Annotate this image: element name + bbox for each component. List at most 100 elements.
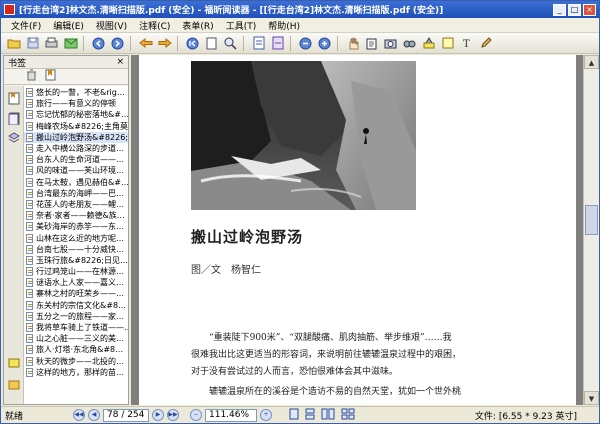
bookmark-item[interactable]: 在马太鞍，遇见赫伯&#… [24,177,128,188]
minimize-button[interactable]: _ [553,3,566,16]
scroll-up-icon[interactable]: ▲ [584,55,599,69]
bookmark-item[interactable]: 台湾最东的海岬——巴… [24,188,128,199]
bookmark-icon [26,188,33,198]
bookmark-item[interactable]: 走入中横公路深的步道… [24,143,128,154]
close-icon[interactable]: × [116,57,124,67]
bookmark-item[interactable]: 谜语水上人家——嘉义… [24,277,128,288]
paragraph-line: “重装陡下900米”、“双腿酸痛、肌肉抽筋、举步维艰”……我 [209,333,452,343]
bookmark-item[interactable]: 这样的地方，那样的苗… [24,367,128,378]
bookmark-item[interactable]: 台东人的生命河道——… [24,154,128,165]
bookmark-item[interactable]: 花莲人的老朋友——鲤… [24,199,128,210]
bookmark-icon [26,323,33,333]
bookmark-item[interactable]: 我将草车骑上了铁道——… [24,322,128,333]
bookmark-item[interactable]: 五分之一的旅程——家… [24,311,128,322]
bookmark-item[interactable]: 搬山过岭泡野汤&#8226;… [24,131,128,143]
delete-bookmark-icon[interactable] [26,69,37,84]
page-icon[interactable] [203,35,220,52]
bookmark-item[interactable]: 忘记忧郁的秘密落地&#… [24,109,128,120]
menu-comment[interactable]: 注释(C) [133,19,176,32]
toolbar-separator [83,35,86,51]
facing-icon[interactable] [321,408,335,423]
bookmark-label: 花莲人的老朋友——鲤… [36,199,124,209]
first-page-button[interactable]: ◀◀ [73,409,85,421]
bookmark-icon [26,311,33,321]
zoom-in-icon[interactable] [222,35,239,52]
save-icon[interactable] [24,35,41,52]
menu-form[interactable]: 表单(R) [176,19,219,32]
app-window: [行走台湾2]林文杰.清晰扫描版.pdf (安全) - 福昕阅读器 - [[行走… [0,0,600,424]
bookmark-item[interactable]: 旅人·灯塔·东北角&#8… [24,344,128,355]
text-icon[interactable]: T [458,35,475,52]
last-page-button[interactable]: ▶▶ [167,409,179,421]
menu-view[interactable]: 视图(V) [90,19,133,32]
bookmark-item[interactable]: 旅行——有意义的停顿 [24,98,128,109]
next-icon[interactable] [109,35,126,52]
layers-tab-icon[interactable] [7,132,21,146]
prev-icon[interactable] [90,35,107,52]
bookmark-item[interactable]: 奈者·家者——赖德&族… [24,210,128,221]
zoom-out-icon[interactable] [297,35,314,52]
continuous-icon[interactable] [305,408,315,423]
open-icon[interactable] [5,35,22,52]
continuous-facing-icon[interactable] [341,408,355,423]
bookmark-item[interactable]: 玉珠行旅&#8226;日见… [24,255,128,266]
fit-page-icon[interactable] [250,35,267,52]
menu-file[interactable]: 文件(F) [5,19,47,32]
single-page-icon[interactable] [289,408,299,423]
forward-icon[interactable] [156,35,173,52]
prev-page-button[interactable]: ◀ [88,409,100,421]
bookmark-item[interactable]: 梅峰农场&#8226;主角莫… [24,121,128,132]
email-icon[interactable] [62,35,79,52]
scroll-thumb[interactable] [585,205,598,235]
page-number-input[interactable]: 78 / 254 [103,408,149,422]
bookmark-label: 台东人的生命河道——… [36,155,124,165]
zoom-level-input[interactable]: 111.46% [205,408,257,422]
attachments-tab-icon[interactable] [7,378,21,392]
hand-tool-icon[interactable] [344,35,361,52]
menu-help[interactable]: 帮助(H) [262,19,306,32]
snapshot-icon[interactable] [382,35,399,52]
bookmark-list: 悠长的一瞥，不老&rig… 旅行——有意义的停顿 忘记忧郁的秘密落地&#… 梅峰农场&… [24,86,128,404]
back-icon[interactable] [137,35,154,52]
bookmark-label: 美砂海岸的赤竽——东… [36,222,124,232]
pages-tab-icon[interactable] [7,112,21,126]
note-icon[interactable] [439,35,456,52]
menu-tools[interactable]: 工具(T) [220,19,263,32]
paragraph-line: 很难我出比这更适当的形容词，来说明前往辘辘温泉过程中的艰困， [191,350,462,360]
bookmark-item[interactable]: 美砂海岸的赤竽——东… [24,221,128,232]
zoom-out-button[interactable]: − [190,409,202,421]
bookmark-item[interactable]: 风的味道——芙山环境… [24,165,128,176]
bookmarks-tab-icon[interactable] [7,92,21,106]
select-tool-icon[interactable] [363,35,380,52]
bookmark-item[interactable]: 寨林之村的旺荣乡——… [24,288,128,299]
bookmark-item[interactable]: 行过鸡笼山——在林源… [24,266,128,277]
vertical-scrollbar[interactable]: ▲ ▼ [583,55,599,405]
document-viewer[interactable]: 搬山过岭泡野汤 图／文 杨智仁 “重装陡下900米”、“双腿酸痛、肌肉抽筋、举步… [131,55,583,405]
print-icon[interactable] [43,35,60,52]
highlight-icon[interactable] [420,35,437,52]
first-page-icon[interactable] [184,35,201,52]
zoom-in-plus-icon[interactable] [316,35,333,52]
bookmark-label: 在马太鞍，遇见赫伯&#… [36,177,128,187]
bookmark-icon [26,289,33,299]
bookmark-item[interactable]: 台南七股——十分威快… [24,244,128,255]
bookmark-item[interactable]: 山林在这么近的地方呢… [24,232,128,243]
next-page-button[interactable]: ▶ [152,409,164,421]
close-button[interactable]: × [583,3,596,16]
maximize-button[interactable]: □ [568,3,581,16]
pencil-icon[interactable] [477,35,494,52]
zoom-in-button[interactable]: + [260,409,272,421]
bookmark-label: 我将草车骑上了铁道——… [36,323,128,333]
find-icon[interactable] [401,35,418,52]
toolbar-separator [177,35,180,51]
bookmark-item[interactable]: 秋天的微步——北投的… [24,356,128,367]
bookmark-item[interactable]: 悠长的一瞥，不老&rig… [24,87,128,98]
new-bookmark-icon[interactable] [45,69,56,84]
comments-tab-icon[interactable] [7,358,21,372]
scroll-down-icon[interactable]: ▼ [584,391,599,405]
bookmark-item[interactable]: 东关村的宗信文化&#8… [24,300,128,311]
bookmark-item[interactable]: 山之心脏——三义的美… [24,333,128,344]
bookmark-label: 五分之一的旅程——家… [36,311,124,321]
menu-edit[interactable]: 编辑(E) [47,19,90,32]
fit-width-icon[interactable] [269,35,286,52]
